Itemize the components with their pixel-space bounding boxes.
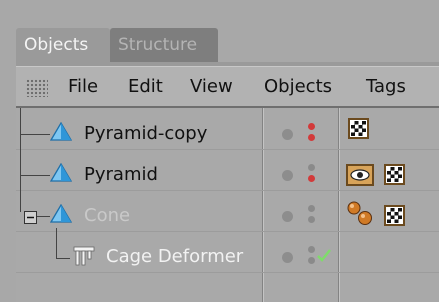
collapse-toggle-icon[interactable]	[24, 211, 37, 224]
texture-tag-icon[interactable]	[348, 118, 369, 139]
editor-visibility-dot[interactable]	[308, 164, 315, 171]
tab-structure[interactable]: Structure	[110, 28, 218, 62]
editor-visibility-dot[interactable]	[308, 123, 315, 130]
texture-tag-icon[interactable]	[384, 164, 405, 185]
render-visibility-dot[interactable]	[308, 175, 315, 182]
visibility-dot[interactable]	[282, 211, 293, 222]
editor-visibility-dot[interactable]	[308, 246, 315, 253]
object-row-cone[interactable]: Cone	[16, 190, 439, 230]
object-name[interactable]: Pyramid	[84, 163, 158, 187]
menu-objects[interactable]: Objects	[264, 67, 332, 107]
object-row-pyramid[interactable]: Pyramid	[16, 149, 439, 189]
row-divider	[16, 272, 439, 273]
pyramid-icon	[50, 122, 72, 141]
tab-bar: Objects Structure	[0, 0, 439, 62]
visibility-dot[interactable]	[282, 170, 293, 181]
object-list-panel: Pyramid-copy Pyramid Cone Cage Deformer	[16, 108, 439, 302]
menu-file[interactable]: File	[68, 67, 98, 107]
tab-objects[interactable]: Objects	[16, 28, 110, 62]
object-name[interactable]: Cone	[84, 204, 130, 228]
object-name[interactable]: Pyramid-copy	[84, 122, 207, 146]
spheres-tag-icon[interactable]	[346, 200, 374, 226]
editor-visibility-dot[interactable]	[308, 205, 315, 212]
drag-grip-icon[interactable]	[26, 79, 48, 97]
cage-deformer-icon	[73, 246, 95, 266]
visibility-dot[interactable]	[282, 129, 293, 140]
visibility-dot[interactable]	[282, 252, 293, 263]
menu-bar: File Edit View Objects Tags	[16, 66, 439, 108]
object-row-cage-deformer[interactable]: Cage Deformer	[16, 231, 439, 271]
menu-tags[interactable]: Tags	[366, 67, 406, 107]
menu-edit[interactable]: Edit	[128, 67, 163, 107]
render-visibility-dot[interactable]	[308, 134, 315, 141]
object-name[interactable]: Cage Deformer	[106, 245, 243, 269]
enabled-check-icon[interactable]	[316, 247, 332, 263]
render-visibility-dot[interactable]	[308, 216, 315, 223]
pyramid-icon	[50, 163, 72, 182]
object-row-pyramid-copy[interactable]: Pyramid-copy	[16, 108, 439, 148]
display-tag-icon[interactable]	[346, 164, 374, 186]
render-visibility-dot[interactable]	[308, 257, 315, 264]
cone-icon	[50, 204, 72, 223]
texture-tag-icon[interactable]	[384, 205, 405, 226]
menu-view[interactable]: View	[190, 67, 233, 107]
